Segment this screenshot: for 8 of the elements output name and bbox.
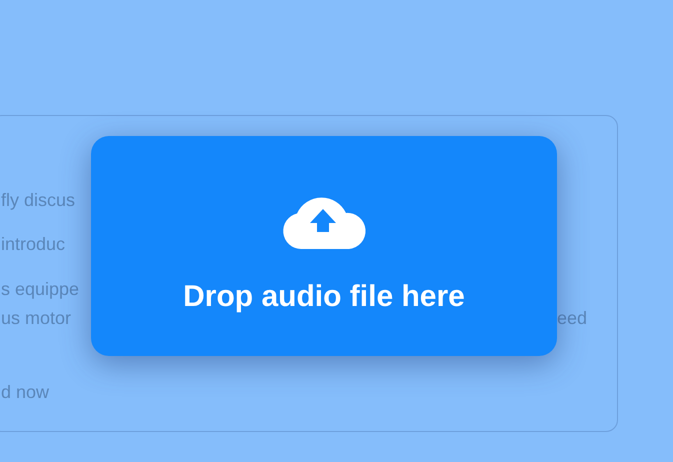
text-line: d now <box>1 381 50 404</box>
text-line: us motor <box>1 307 72 330</box>
text-line: fly discus <box>1 189 76 212</box>
text-line: eed <box>556 307 587 330</box>
text-line: s equippe <box>1 278 80 301</box>
drop-title: Drop audio file here <box>183 279 465 315</box>
drop-overlay[interactable]: Drop audio file here <box>91 136 557 356</box>
text-line: introduc <box>1 233 66 256</box>
